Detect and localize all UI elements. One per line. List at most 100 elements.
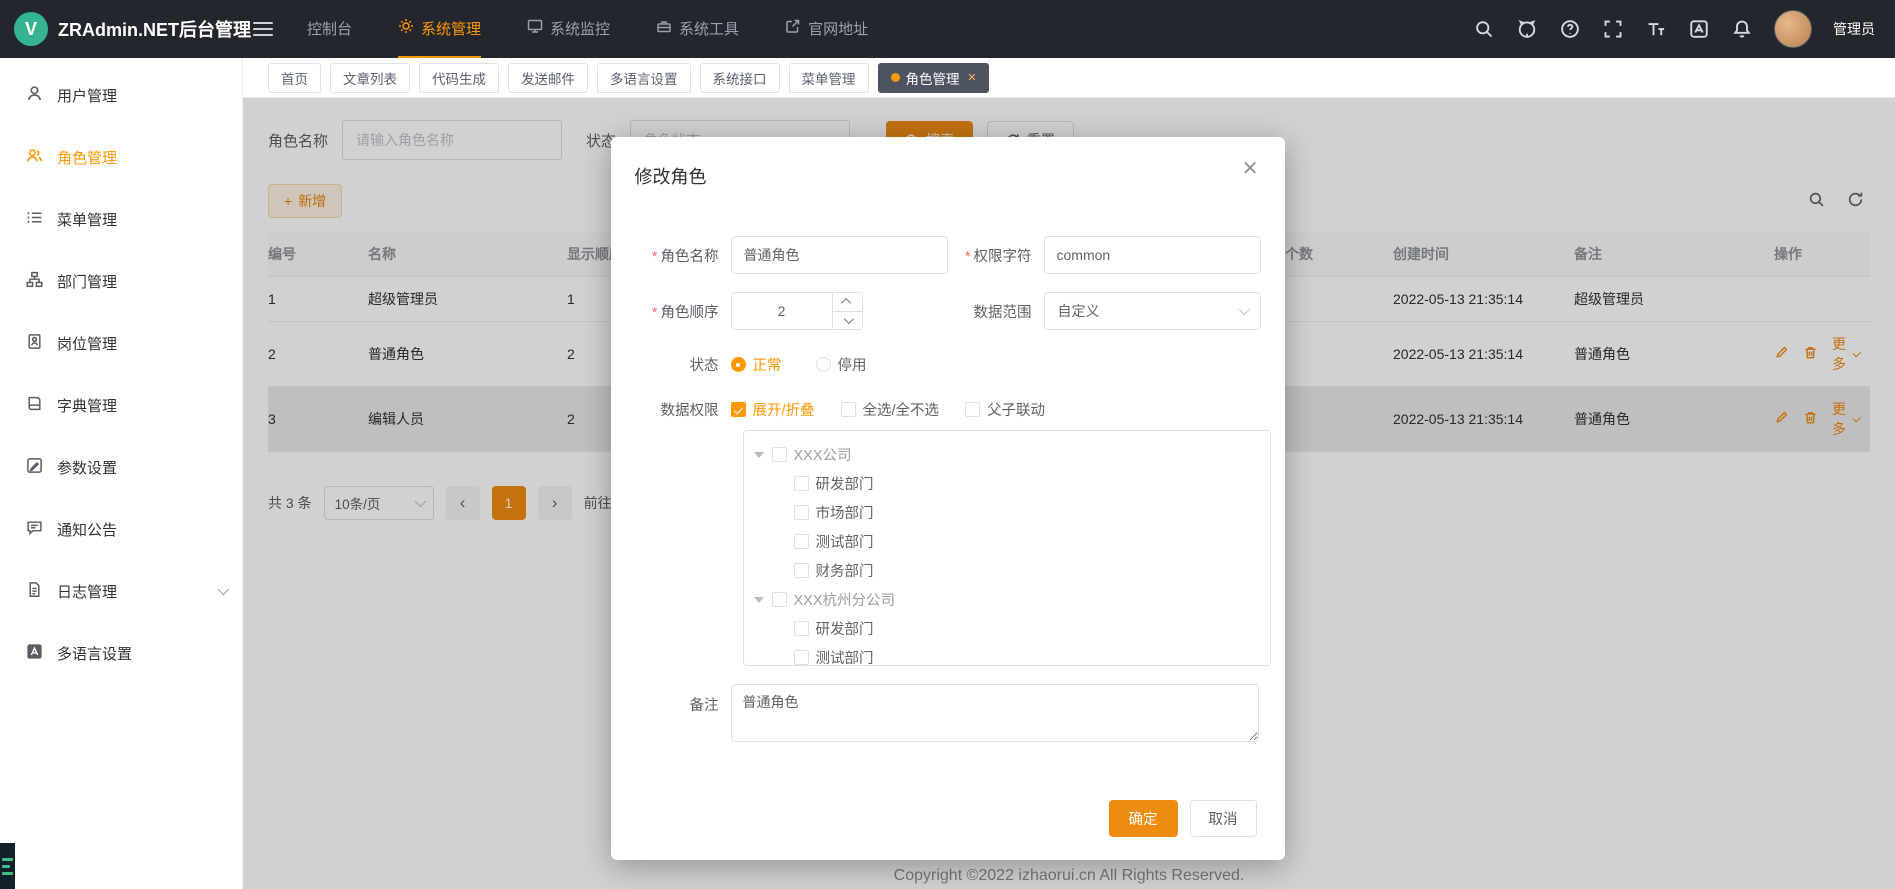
log-file-icon: [26, 581, 43, 602]
checkbox-icon[interactable]: [772, 592, 787, 607]
tab-role-manage[interactable]: 角色管理 ×: [878, 63, 990, 93]
language-icon[interactable]: [1688, 18, 1710, 40]
user-icon: [26, 85, 43, 106]
radio-selected-icon: [731, 357, 746, 372]
data-perm-label: 数据权限: [635, 399, 731, 420]
edit-square-icon: [26, 457, 43, 478]
tab-menu-manage[interactable]: 菜单管理: [789, 63, 869, 93]
tags-view-bar: 首页 文章列表 代码生成 发送邮件 多语言设置 系统接口 菜单管理 角色管理 ×: [243, 58, 1895, 98]
bell-icon[interactable]: [1731, 18, 1753, 40]
language-square-icon: [26, 643, 43, 664]
radio-icon: [816, 357, 831, 372]
tree-node-dept[interactable]: 研发部门: [794, 614, 1260, 643]
sidebar-item-logs[interactable]: 日志管理: [0, 560, 242, 622]
tab-i18n[interactable]: 多语言设置: [597, 63, 691, 93]
tree-node-dept[interactable]: 测试部门: [794, 527, 1260, 556]
increase-button[interactable]: [833, 293, 862, 312]
sidebar-toggle-icon[interactable]: [243, 0, 283, 58]
expand-collapse-checkbox[interactable]: 展开/折叠: [731, 399, 815, 420]
top-nav: 控制台 系统管理 系统监控 系统工具 官网地址: [307, 0, 868, 58]
sidebar-item-users[interactable]: 用户管理: [0, 64, 242, 126]
tree-node-company[interactable]: XXX公司: [754, 440, 1260, 469]
chat-bubble-icon: [26, 519, 43, 540]
external-link-icon: [785, 18, 801, 38]
remark-label: 备注: [635, 684, 731, 742]
checkbox-icon[interactable]: [794, 563, 809, 578]
search-icon[interactable]: [1473, 18, 1495, 40]
nav-system-tools[interactable]: 系统工具: [656, 0, 739, 58]
tree-expand-icon[interactable]: [754, 597, 764, 603]
checkbox-icon[interactable]: [794, 621, 809, 636]
tree-node-dept[interactable]: 财务部门: [794, 556, 1260, 585]
sidebar-item-parameters[interactable]: 参数设置: [0, 436, 242, 498]
close-icon[interactable]: ✕: [1242, 159, 1259, 179]
nav-console[interactable]: 控制台: [307, 0, 352, 58]
sidebar-item-dictionary[interactable]: 字典管理: [0, 374, 242, 436]
sidebar-item-posts[interactable]: 岗位管理: [0, 312, 242, 374]
sidebar-item-menus[interactable]: 菜单管理: [0, 188, 242, 250]
role-name-label: *角色名称: [635, 245, 731, 266]
remark-textarea[interactable]: 普通角色: [731, 684, 1259, 742]
github-icon[interactable]: [1516, 18, 1538, 40]
dialog-footer: 确定 取消: [1109, 800, 1257, 837]
sidebar-item-notices[interactable]: 通知公告: [0, 498, 242, 560]
role-order-stepper: [731, 292, 863, 330]
sidebar-item-roles[interactable]: 角色管理: [0, 126, 242, 188]
required-icon: *: [652, 249, 658, 265]
required-icon: *: [965, 249, 971, 265]
monitor-icon: [527, 18, 543, 38]
header-actions: 管理员: [1473, 10, 1895, 48]
perm-char-input[interactable]: [1044, 236, 1261, 274]
cancel-button[interactable]: 取消: [1190, 800, 1257, 837]
role-order-label: *角色顺序: [635, 301, 731, 322]
close-tab-icon[interactable]: ×: [968, 70, 977, 85]
user-avatar[interactable]: [1774, 10, 1812, 48]
tree-node-dept[interactable]: 测试部门: [794, 643, 1260, 666]
checkbox-icon[interactable]: [794, 650, 809, 665]
data-scope-select[interactable]: 自定义: [1044, 292, 1261, 330]
sidebar-item-i18n[interactable]: 多语言设置: [0, 622, 242, 684]
menu-list-icon: [26, 209, 43, 230]
checkbox-icon[interactable]: [794, 476, 809, 491]
role-order-input[interactable]: [732, 293, 832, 329]
username[interactable]: 管理员: [1833, 19, 1875, 39]
tab-articles[interactable]: 文章列表: [330, 63, 410, 93]
users-group-icon: [26, 147, 43, 168]
sidebar-item-departments[interactable]: 部门管理: [0, 250, 242, 312]
decrease-button[interactable]: [833, 312, 862, 330]
tab-codegen[interactable]: 代码生成: [419, 63, 499, 93]
data-scope-label: 数据范围: [948, 301, 1044, 322]
perm-char-label: *权限字符: [948, 245, 1044, 266]
select-all-checkbox[interactable]: 全选/全不选: [841, 399, 940, 420]
dialog-title: 修改角色: [635, 163, 1261, 189]
nav-website-link[interactable]: 官网地址: [785, 0, 868, 58]
chevron-up-icon: [841, 298, 851, 308]
help-icon[interactable]: [1559, 18, 1581, 40]
role-name-input[interactable]: [731, 236, 948, 274]
status-radio-disabled[interactable]: 停用: [816, 354, 867, 375]
required-icon: *: [652, 305, 658, 321]
parent-child-link-checkbox[interactable]: 父子联动: [965, 399, 1045, 420]
nav-system-monitor[interactable]: 系统监控: [527, 0, 610, 58]
top-header: V ZRAdmin.NET后台管理 控制台 系统管理 系统监控 系统工具 官网地: [0, 0, 1895, 58]
logo-icon: V: [14, 12, 48, 46]
nav-system-manage[interactable]: 系统管理: [398, 0, 481, 58]
confirm-button[interactable]: 确定: [1109, 800, 1178, 837]
checkbox-icon[interactable]: [794, 534, 809, 549]
fullscreen-icon[interactable]: [1602, 18, 1624, 40]
gear-icon: [398, 18, 414, 38]
checkbox-icon[interactable]: [772, 447, 787, 462]
tree-node-branch-company[interactable]: XXX杭州分公司: [754, 585, 1260, 614]
font-size-icon[interactable]: [1645, 18, 1667, 40]
tree-node-dept[interactable]: 研发部门: [794, 469, 1260, 498]
tab-home[interactable]: 首页: [268, 63, 321, 93]
tab-system-api[interactable]: 系统接口: [700, 63, 780, 93]
checkbox-icon[interactable]: [794, 505, 809, 520]
app: V ZRAdmin.NET后台管理 控制台 系统管理 系统监控 系统工具 官网地: [0, 0, 1895, 889]
tab-sendmail[interactable]: 发送邮件: [508, 63, 588, 93]
id-badge-icon: [26, 333, 43, 354]
status-radio-normal[interactable]: 正常: [731, 354, 782, 375]
book-icon: [26, 395, 43, 416]
tree-node-dept[interactable]: 市场部门: [794, 498, 1260, 527]
tree-expand-icon[interactable]: [754, 452, 764, 458]
